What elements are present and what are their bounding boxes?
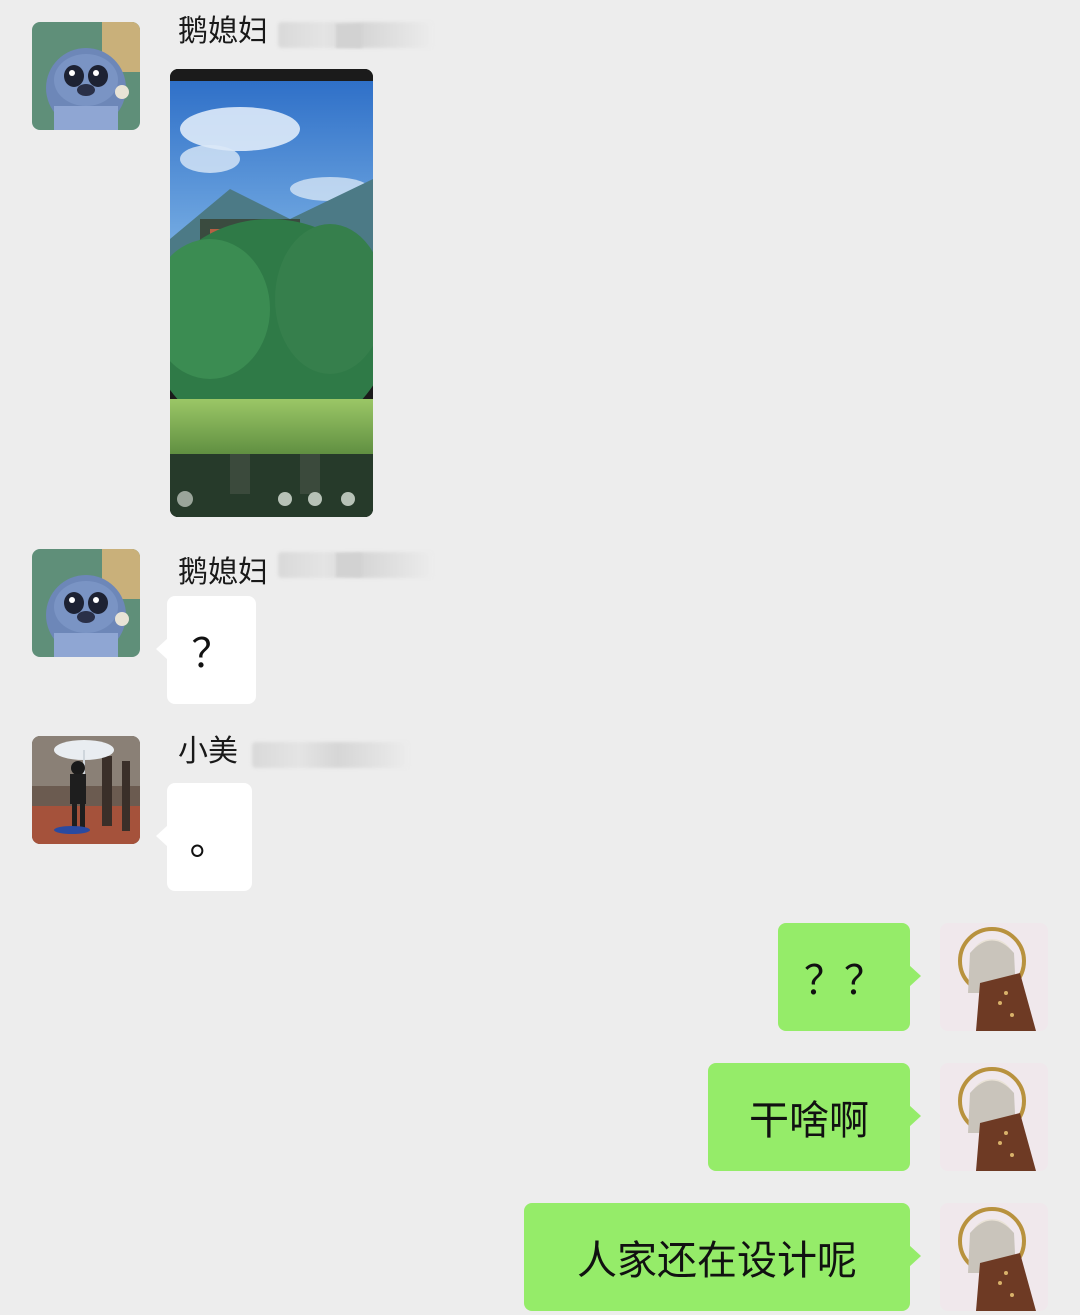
message-text: 干啥啊	[749, 1098, 869, 1144]
redaction-block	[336, 24, 362, 48]
stitch-avatar-icon[interactable]	[32, 22, 140, 130]
message-text: 。	[189, 818, 230, 864]
message-bubble-incoming[interactable]: ？	[156, 596, 256, 704]
illustrated-figure-avatar-icon[interactable]	[940, 1063, 1048, 1171]
message-bubble-outgoing[interactable]: 人家还在设计呢	[524, 1203, 921, 1311]
sender-name: 鹅媳妇	[178, 14, 268, 49]
image-message[interactable]	[170, 69, 373, 517]
redacted-name-suffix	[252, 742, 408, 768]
sender-name: 鹅媳妇	[178, 555, 268, 590]
illustrated-figure-avatar-icon[interactable]	[940, 923, 1048, 1031]
stitch-avatar-icon[interactable]	[32, 549, 140, 657]
person-umbrella-avatar-icon[interactable]	[32, 736, 140, 844]
sender-name: 小美	[178, 734, 238, 769]
illustrated-figure-avatar-icon[interactable]	[940, 1203, 1048, 1311]
message-bubble-outgoing[interactable]: ？？	[778, 923, 921, 1031]
message-bubble-outgoing[interactable]: 干啥啊	[708, 1063, 921, 1171]
message-text: 人家还在设计呢	[577, 1238, 857, 1284]
redaction-block	[336, 553, 362, 577]
message-bubble-incoming[interactable]: 。	[156, 783, 252, 891]
message-text: ？	[191, 631, 232, 677]
message-text: ？？	[804, 958, 884, 1004]
